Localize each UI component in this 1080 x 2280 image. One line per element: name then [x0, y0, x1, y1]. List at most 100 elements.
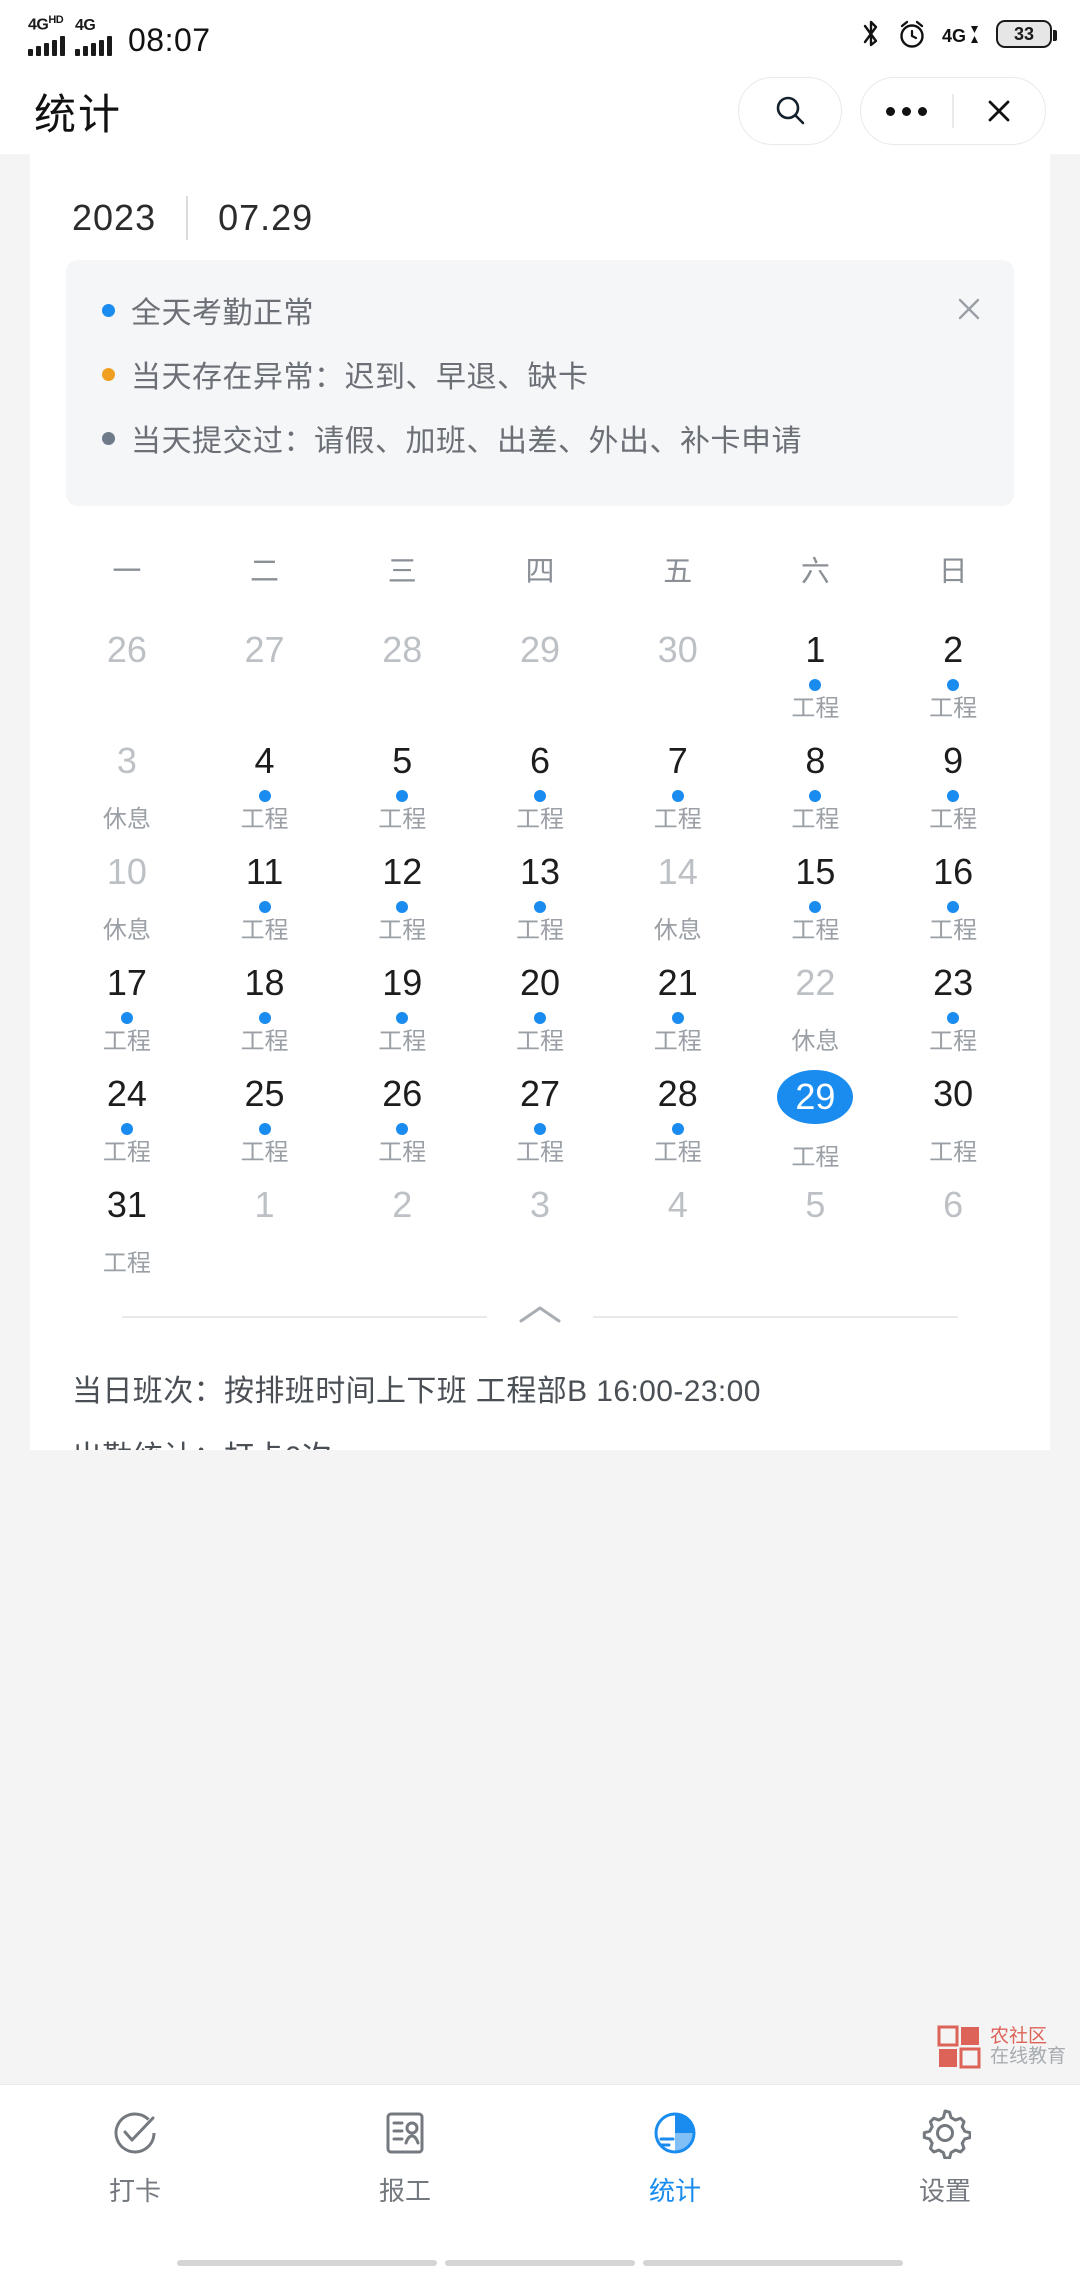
watermark: 农社区 在线教育 [936, 2024, 1066, 2070]
calendar-day-tag: 工程 [653, 806, 702, 833]
check-circle-icon [114, 2112, 156, 2154]
calendar-day-number: 11 [245, 851, 284, 892]
calendar-day-number: 15 [795, 851, 836, 892]
calendar-day-tag: 工程 [240, 1139, 289, 1166]
search-button[interactable] [738, 77, 842, 145]
attendance-calendar: 一二三四五六日 26 27 28 29 30 1 工程 2 工程 3 休息 4 工程 5 工程 6 工程 7 工程 8… [30, 506, 1050, 1340]
calendar-day-cell[interactable]: 6 [884, 1171, 1022, 1282]
calendar-day-cell[interactable]: 23 工程 [884, 949, 1022, 1060]
calendar-day-cell[interactable]: 28 工程 [609, 1060, 747, 1171]
calendar-day-cell[interactable]: 27 工程 [471, 1060, 609, 1171]
tab-report[interactable]: 报工 [270, 2107, 540, 2208]
tab-statistics[interactable]: 统计 [540, 2107, 810, 2208]
calendar-day-cell[interactable]: 29 工程 [747, 1060, 885, 1171]
calendar-day-cell[interactable]: 24 工程 [58, 1060, 196, 1171]
calendar-day-status-dot [120, 1120, 133, 1138]
calendar-week-row: 24 工程 25 工程 26 工程 27 工程 28 工程 29 工程 30 工程 [58, 1060, 1022, 1171]
app-header: 统计 [0, 68, 1080, 154]
calendar-day-cell[interactable]: 4 [609, 1171, 747, 1282]
calendar-day-cell[interactable]: 28 [333, 616, 471, 727]
calendar-day-status-dot [671, 1120, 684, 1138]
calendar-day-cell[interactable]: 27 [196, 616, 334, 727]
calendar-day-number: 19 [382, 962, 423, 1003]
calendar-day-cell[interactable]: 29 [471, 616, 609, 727]
calendar-day-number: 25 [244, 1073, 285, 1114]
calendar-day-cell[interactable]: 5 [747, 1171, 885, 1282]
calendar-day-cell[interactable]: 21 工程 [609, 949, 747, 1060]
calendar-day-cell[interactable]: 16 工程 [884, 838, 1022, 949]
calendar-day-cell[interactable]: 22 休息 [747, 949, 885, 1060]
calendar-day-status-dot [533, 1120, 546, 1138]
calendar-day-tag: 工程 [653, 1028, 702, 1055]
calendar-day-cell[interactable]: 2 [333, 1171, 471, 1282]
calendar-day-cell[interactable]: 11 工程 [196, 838, 334, 949]
calendar-day-cell[interactable]: 30 工程 [884, 1060, 1022, 1171]
calendar-day-cell[interactable]: 31 工程 [58, 1171, 196, 1282]
calendar-day-cell[interactable]: 10 休息 [58, 838, 196, 949]
calendar-day-cell[interactable]: 5 工程 [333, 727, 471, 838]
calendar-week-row: 3 休息 4 工程 5 工程 6 工程 7 工程 8 工程 9 工程 [58, 727, 1022, 838]
tab-settings[interactable]: 设置 [810, 2107, 1080, 2208]
calendar-day-status-dot [120, 1009, 133, 1027]
calendar-collapse-button[interactable] [92, 1294, 988, 1340]
legend-dot-normal [102, 303, 115, 317]
calendar-day-status-dot [809, 676, 822, 694]
calendar-day-cell[interactable]: 8 工程 [747, 727, 885, 838]
calendar-day-cell[interactable]: 4 工程 [196, 727, 334, 838]
calendar-day-tag: 工程 [791, 917, 840, 944]
calendar-day-cell[interactable]: 17 工程 [58, 949, 196, 1060]
close-icon [958, 298, 980, 320]
legend-close-button[interactable] [950, 290, 988, 333]
selected-day-circle: 29 [777, 1070, 854, 1125]
calendar-day-cell[interactable]: 20 工程 [471, 949, 609, 1060]
calendar-day-number: 20 [519, 962, 561, 1003]
date-value[interactable]: 07.29 [218, 197, 313, 239]
legend-item-submitted: 当天提交过：请假、加班、出差、外出、补卡申请 [102, 416, 986, 460]
calendar-day-number: 29 [519, 629, 561, 670]
calendar-day-cell[interactable]: 25 工程 [196, 1060, 334, 1171]
tab-label-punch: 打卡 [108, 2176, 161, 2206]
calendar-day-cell[interactable]: 26 工程 [333, 1060, 471, 1171]
calendar-day-status-dot [809, 898, 822, 916]
year-value[interactable]: 2023 [72, 197, 156, 239]
calendar-day-status-dot [533, 898, 546, 916]
calendar-day-cell[interactable]: 13 工程 [471, 838, 609, 949]
calendar-day-cell[interactable]: 26 [58, 616, 196, 727]
calendar-day-cell[interactable]: 14 休息 [609, 838, 747, 949]
calendar-day-cell[interactable]: 19 工程 [333, 949, 471, 1060]
calendar-day-cell[interactable]: 7 工程 [609, 727, 747, 838]
calendar-day-tag: 工程 [515, 1028, 564, 1055]
calendar-day-cell[interactable]: 15 工程 [747, 838, 885, 949]
calendar-day-cell[interactable]: 3 [471, 1171, 609, 1282]
calendar-day-cell[interactable]: 18 工程 [196, 949, 334, 1060]
calendar-day-tag: 工程 [929, 695, 978, 722]
calendar-day-cell[interactable]: 9 工程 [884, 727, 1022, 838]
calendar-day-number: 1 [254, 1184, 275, 1225]
calendar-day-cell[interactable]: 3 休息 [58, 727, 196, 838]
calendar-day-cell[interactable]: 6 工程 [471, 727, 609, 838]
calendar-day-status-dot [396, 898, 409, 916]
status-bar: 4GHD 4G 08:07 4G 33 [0, 0, 1080, 68]
close-button[interactable] [954, 94, 1045, 128]
calendar-day-number: 8 [805, 740, 826, 781]
weekday-label-6: 日 [938, 556, 968, 588]
calendar-day-cell[interactable]: 1 [196, 1171, 334, 1282]
signal-indicator-1: 4GHD [28, 12, 65, 56]
date-selector[interactable]: 2023 07.29 [30, 154, 1050, 246]
calendar-day-cell[interactable]: 12 工程 [333, 838, 471, 949]
calendar-day-status-dot [258, 787, 271, 805]
calendar-day-number: 16 [933, 851, 974, 892]
network-type-2: 4G [75, 16, 96, 34]
calendar-day-tag: 工程 [929, 1139, 978, 1166]
tab-punch[interactable]: 打卡 [0, 2107, 270, 2208]
legend-item-abnormal: 当天存在异常：迟到、早退、缺卡 [102, 352, 986, 396]
page-title: 统计 [34, 90, 123, 138]
calendar-day-tag: 工程 [791, 1144, 840, 1171]
calendar-day-tag: 工程 [929, 1028, 978, 1055]
more-button[interactable] [861, 106, 952, 116]
calendar-day-cell[interactable]: 1 工程 [747, 616, 885, 727]
calendar-day-cell[interactable]: 30 [609, 616, 747, 727]
calendar-day-number: 2 [392, 1184, 413, 1225]
calendar-day-cell[interactable]: 2 工程 [884, 616, 1022, 727]
weekday-label-2: 三 [387, 556, 417, 588]
